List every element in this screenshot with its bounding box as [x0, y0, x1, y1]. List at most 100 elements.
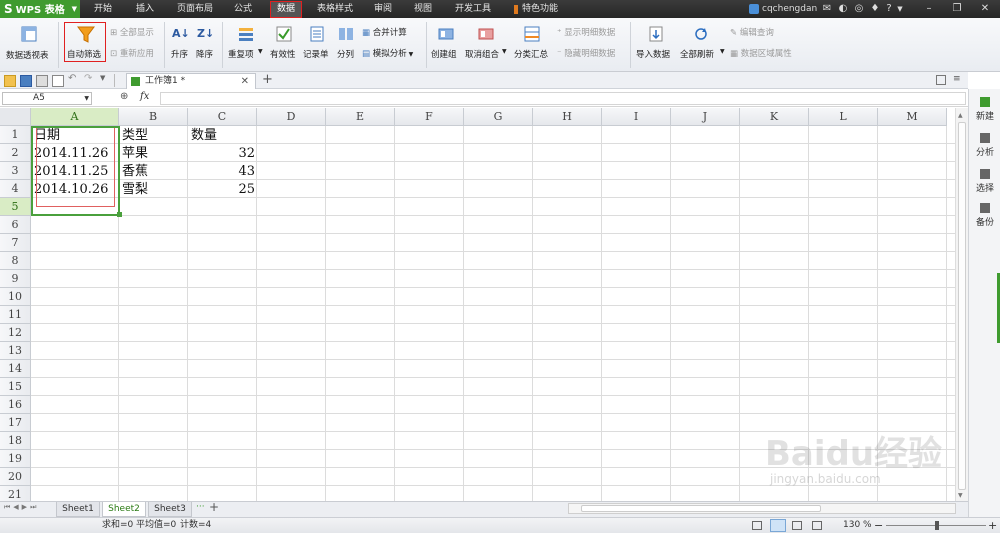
zoom-slider-thumb[interactable]: [934, 521, 939, 530]
row-header-12[interactable]: 12: [0, 324, 31, 342]
row-header-16[interactable]: 16: [0, 396, 31, 414]
subtotal-button[interactable]: 分类汇总: [512, 22, 552, 62]
what-if-button[interactable]: ▤ 模拟分析 ▼: [362, 47, 413, 59]
select-all-corner[interactable]: [0, 108, 31, 126]
row-header-3[interactable]: 3: [0, 162, 31, 180]
column-header-M[interactable]: M: [878, 108, 947, 126]
app-menu-button[interactable]: S WPS 表格 ▼: [0, 0, 80, 18]
formula-input[interactable]: [160, 92, 966, 105]
open-folder-icon[interactable]: [4, 75, 16, 87]
mail-icon[interactable]: ✉: [820, 2, 834, 16]
sort-desc-button[interactable]: Z↓ 降序: [193, 22, 217, 62]
tab-menu-icon[interactable]: ≡: [953, 74, 961, 84]
vertical-scrollbar[interactable]: ▲ ▼: [955, 108, 968, 501]
refresh-all-button[interactable]: 全部刷新 ▼: [679, 22, 727, 62]
split-column-button[interactable]: 分列: [334, 22, 358, 62]
row-header-5[interactable]: 5: [0, 198, 31, 216]
cell-B3[interactable]: 香蕉: [122, 163, 148, 180]
function-icon[interactable]: fx: [140, 91, 149, 102]
zoom-out-icon[interactable]: −: [874, 518, 883, 533]
cell-B4[interactable]: 雪梨: [122, 181, 148, 198]
row-header-18[interactable]: 18: [0, 432, 31, 450]
row-header-2[interactable]: 2: [0, 144, 31, 162]
normal-view-icon[interactable]: [752, 521, 762, 530]
pivot-table-button[interactable]: 数据透视表: [4, 22, 54, 68]
menu-insert[interactable]: 插入: [128, 0, 162, 18]
row-header-21[interactable]: 21: [0, 486, 31, 501]
menu-data[interactable]: 数据: [270, 1, 302, 18]
help-dropdown-icon[interactable]: ▼: [893, 2, 907, 16]
row-header-17[interactable]: 17: [0, 414, 31, 432]
row-header-9[interactable]: 9: [0, 270, 31, 288]
redo-icon[interactable]: ↷: [84, 73, 92, 84]
menu-page-layout[interactable]: 页面布局: [172, 0, 218, 18]
scroll-down-icon[interactable]: ▼: [958, 492, 963, 499]
window-mode-icon[interactable]: [936, 75, 946, 85]
menu-table-style[interactable]: 表格样式: [312, 0, 358, 18]
cell-C1[interactable]: 数量: [191, 127, 217, 144]
column-header-G[interactable]: G: [464, 108, 533, 126]
print-icon[interactable]: [36, 75, 48, 87]
cell-C3[interactable]: 43: [191, 163, 255, 180]
name-box[interactable]: A5 ▼: [2, 92, 92, 105]
sheet-tab-sheet2[interactable]: Sheet2: [102, 502, 146, 517]
column-header-D[interactable]: D: [257, 108, 326, 126]
row-header-15[interactable]: 15: [0, 378, 31, 396]
duplicates-button[interactable]: 重复项 ▼: [226, 22, 266, 62]
cell-B1[interactable]: 类型: [122, 127, 148, 144]
show-detail-button[interactable]: ⁺ 显示明细数据: [557, 26, 615, 38]
sheet-nav-arrows-icon[interactable]: ⏮◀▶⏭: [4, 503, 39, 512]
menu-review[interactable]: 审阅: [368, 0, 398, 18]
sheet-tab-sheet1[interactable]: Sheet1: [56, 502, 100, 517]
column-header-J[interactable]: J: [671, 108, 740, 126]
column-header-I[interactable]: I: [602, 108, 671, 126]
horizontal-scrollbar[interactable]: [568, 503, 956, 514]
close-icon[interactable]: ✕: [978, 2, 992, 16]
page-break-view-icon[interactable]: [792, 521, 802, 530]
edit-query-button[interactable]: ✎ 编辑查询: [730, 26, 774, 38]
column-header-A[interactable]: A: [31, 108, 119, 126]
row-header-11[interactable]: 11: [0, 306, 31, 324]
document-tab[interactable]: 工作簿1 * ✕: [126, 73, 256, 89]
row-header-8[interactable]: 8: [0, 252, 31, 270]
new-tab-icon[interactable]: +: [262, 72, 273, 87]
minimize-icon[interactable]: –: [922, 2, 936, 16]
undo-icon[interactable]: ↶: [68, 73, 76, 84]
row-header-7[interactable]: 7: [0, 234, 31, 252]
hide-detail-button[interactable]: ⁻ 隐藏明细数据: [557, 47, 615, 59]
zoom-lens-icon[interactable]: ⊕: [120, 91, 128, 102]
fill-handle[interactable]: [117, 212, 122, 217]
sync-icon[interactable]: ◎: [852, 2, 866, 16]
add-sheet-icon[interactable]: +: [209, 500, 219, 514]
show-all-button[interactable]: ⊞ 全部显示: [110, 26, 154, 38]
import-data-button[interactable]: 导入数据: [634, 22, 678, 62]
column-header-K[interactable]: K: [740, 108, 809, 126]
scroll-up-icon[interactable]: ▲: [958, 112, 963, 119]
record-form-button[interactable]: 记录单: [301, 22, 333, 62]
auto-filter-button[interactable]: 自动筛选: [64, 22, 106, 62]
ungroup-button[interactable]: 取消组合 ▼: [464, 22, 510, 62]
consolidate-button[interactable]: ▦ 合并计算: [362, 26, 407, 38]
create-group-button[interactable]: 创建组: [430, 22, 462, 62]
zoom-level[interactable]: 130 %: [843, 518, 872, 533]
user-name[interactable]: cqchengdan: [762, 0, 822, 18]
pane-new[interactable]: 新建: [969, 97, 1000, 122]
column-header-L[interactable]: L: [809, 108, 878, 126]
print-preview-icon[interactable]: [52, 75, 64, 87]
column-header-H[interactable]: H: [533, 108, 602, 126]
fullscreen-icon[interactable]: [812, 521, 822, 530]
pane-backup[interactable]: 备份: [969, 203, 1000, 228]
row-header-10[interactable]: 10: [0, 288, 31, 306]
row-header-20[interactable]: 20: [0, 468, 31, 486]
column-header-C[interactable]: C: [188, 108, 257, 126]
column-header-E[interactable]: E: [326, 108, 395, 126]
row-header-19[interactable]: 19: [0, 450, 31, 468]
customize-dropdown-icon[interactable]: ▼: [100, 74, 105, 82]
column-header-F[interactable]: F: [395, 108, 464, 126]
page-layout-view-icon[interactable]: [770, 519, 786, 532]
restore-icon[interactable]: ❐: [950, 2, 964, 16]
column-header-B[interactable]: B: [119, 108, 188, 126]
cell-B2[interactable]: 苹果: [122, 145, 148, 162]
name-box-dropdown-icon[interactable]: ▼: [84, 93, 89, 104]
menu-special-features[interactable]: 特色功能: [520, 0, 560, 18]
